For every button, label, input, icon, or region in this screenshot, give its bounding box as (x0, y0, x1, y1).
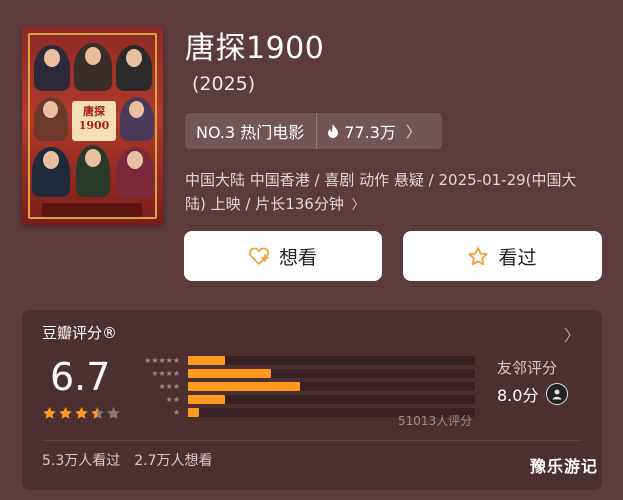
movie-info-text: 中国大陆 中国香港 / 喜剧 动作 悬疑 / 2025-01-29(中国大陆) … (185, 171, 577, 213)
movie-poster[interactable]: 唐探 1900 (22, 27, 163, 225)
mini-stars-icon: ★ ★ ★ (130, 381, 180, 391)
poster-title: 唐探 1900 (72, 101, 116, 141)
star-icon (107, 406, 120, 419)
watched-button[interactable]: 看过 (403, 231, 602, 281)
mini-stars-icon: ★ ★ (130, 394, 180, 404)
mini-star-icon: ★ (158, 368, 166, 378)
mini-star-icon: ★ (151, 368, 159, 378)
mini-star-icon: ★ (172, 407, 180, 417)
star-icon (43, 406, 56, 419)
rating-distribution: ★ ★ ★ ★ ★ ★ ★ ★ ★ ★ ★ ★ ★ ★ ★ (130, 355, 475, 420)
rating-bar-track (188, 382, 475, 391)
rating-bar-track (188, 369, 475, 378)
rating-bar-fill (188, 369, 272, 378)
avatar[interactable] (546, 383, 569, 405)
rating-count: 51013人评分 (398, 414, 473, 428)
avatar-icon (552, 389, 562, 400)
divider (42, 440, 582, 441)
chevron-right-icon[interactable]: 〉 (564, 322, 580, 346)
mini-star-icon: ★ (172, 394, 180, 404)
poster-face (43, 101, 58, 118)
poster-face (127, 151, 143, 169)
movie-year: (2025) (192, 73, 256, 95)
rank-label: NO.3 热门电影 (185, 113, 318, 149)
mini-star-icon: ★ (165, 381, 173, 391)
poster-face (85, 149, 101, 167)
movie-info[interactable]: 中国大陆 中国香港 / 喜剧 动作 悬疑 / 2025-01-29(中国大陆) … (185, 168, 595, 218)
rating-bar-row: ★ ★ ★ ★ ★ (130, 355, 475, 366)
watermark: 豫乐游记 (530, 457, 599, 476)
chevron-right-icon: 〉 (405, 122, 421, 141)
movie-title: 唐探1900 (185, 31, 325, 66)
poster-face (85, 47, 101, 65)
rating-bar-fill (188, 408, 200, 417)
star-outline-icon (468, 246, 489, 265)
rating-bar-row: ★ ★ (130, 394, 475, 405)
mini-star-icon: ★ (158, 381, 166, 391)
rating-stars (42, 406, 121, 420)
want-label: 想看 (278, 246, 317, 269)
flame-icon (328, 124, 339, 138)
mini-star-icon: ★ (172, 355, 180, 365)
mini-star-icon: ★ (144, 355, 152, 365)
mini-stars-icon: ★ (130, 407, 180, 417)
friend-rating-score: 8.0分 (497, 386, 539, 405)
poster-face (129, 101, 144, 118)
mini-stars-icon: ★ ★ ★ ★ (130, 368, 180, 378)
poster-footer (42, 203, 142, 217)
heat-indicator[interactable]: 77.3万 〉 (317, 119, 421, 143)
rating-score: 6.7 (50, 355, 111, 399)
mini-star-icon: ★ (172, 368, 180, 378)
mini-star-icon: ★ (165, 394, 173, 404)
rating-card[interactable]: 豆瓣评分® 〉 6.7 ★ ★ ★ ★ ★ ★ ★ ★ ★ ★ ★ ★ ★ ★ ★ 51013人评分 友邻评… (22, 310, 602, 490)
rating-header: 豆瓣评分® (42, 324, 118, 342)
star-icon (59, 406, 72, 419)
rank-chip[interactable]: NO.3 热门电影 77.3万 〉 (185, 113, 442, 149)
friend-rating[interactable]: 8.0分 (497, 382, 569, 406)
rating-bar-fill (188, 395, 226, 404)
mini-star-icon: ★ (158, 355, 166, 365)
rating-bar-fill (188, 382, 300, 391)
rating-bar-track (188, 356, 475, 365)
chevron-right-icon: 〉 (351, 198, 365, 213)
mini-star-icon: ★ (165, 355, 173, 365)
watch-stats: 5.3万人看过 2.7万人想看 (42, 450, 213, 470)
poster-face (44, 49, 60, 67)
rating-bar-track (188, 395, 475, 404)
wanted-count: 2.7万人想看 (134, 453, 213, 469)
friend-rating-label: 友邻评分 (497, 359, 558, 377)
poster-face (43, 151, 59, 169)
seen-label: 看过 (498, 246, 537, 269)
heat-value: 77.3万 (344, 123, 396, 142)
poster-face (126, 49, 142, 67)
mini-star-icon: ★ (172, 381, 180, 391)
heart-plus-icon (249, 247, 269, 265)
watched-count: 5.3万人看过 (42, 453, 121, 469)
mini-star-icon: ★ (165, 368, 173, 378)
rating-bar-fill (188, 356, 226, 365)
star-icon (75, 406, 88, 419)
want-to-watch-button[interactable]: 想看 (184, 231, 382, 281)
mini-stars-icon: ★ ★ ★ ★ ★ (130, 355, 180, 365)
rating-bar-row: ★ ★ ★ (130, 381, 475, 392)
rating-bar-row: ★ ★ ★ ★ (130, 368, 475, 379)
star-icon (91, 406, 104, 419)
mini-star-icon: ★ (151, 355, 159, 365)
